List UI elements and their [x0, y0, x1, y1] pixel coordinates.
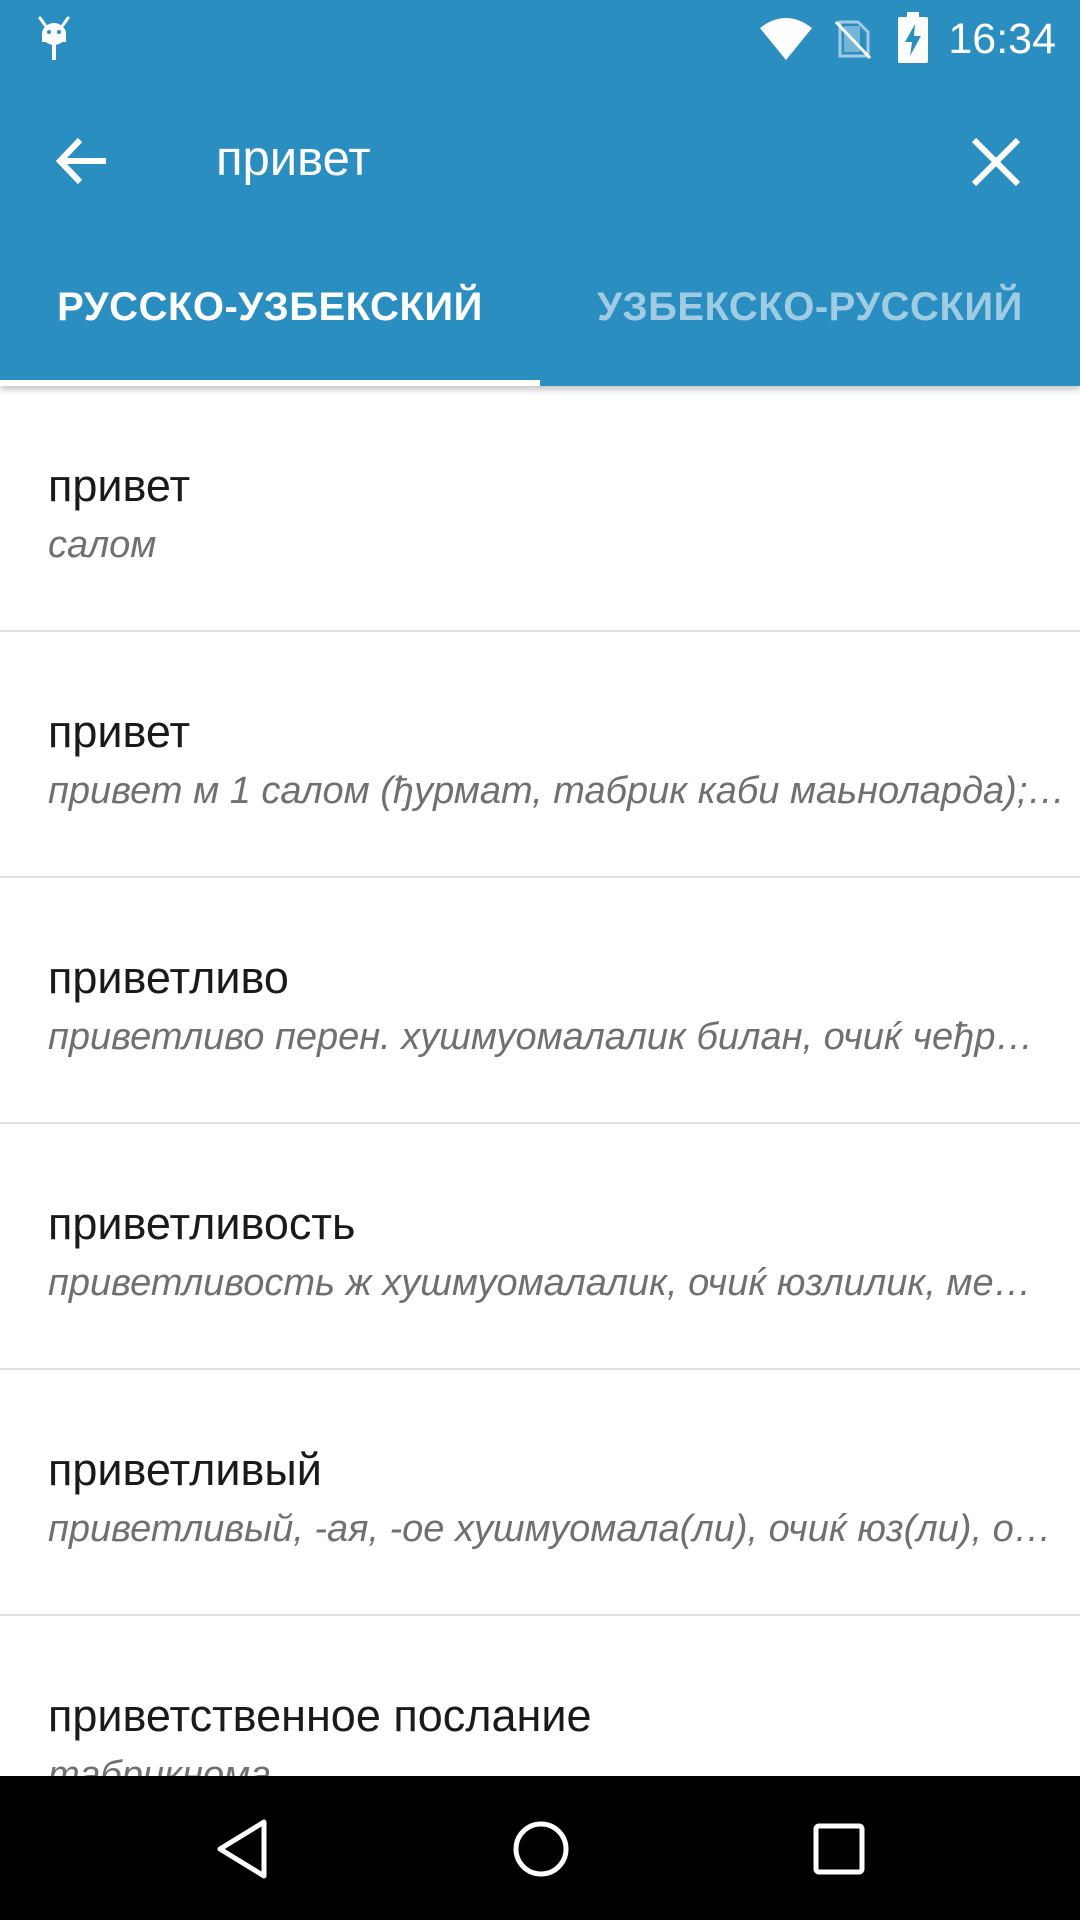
- list-item[interactable]: привет салом: [0, 386, 1080, 632]
- status-clock: 16:34: [948, 15, 1056, 63]
- tab-label: УЗБЕКСКО-РУССКИЙ: [597, 284, 1023, 329]
- entry-translation: приветливость ж хушмуомалалик, очиќ юзли…: [48, 1262, 1032, 1304]
- app-screen: 16:34 РУССКО-УЗБЕКСКИЙ УЗБЕКСКО-РУССКИЙ: [0, 0, 1080, 1920]
- entry-translation: привет м 1 салом (ђурмат, табрик каби ма…: [48, 770, 1066, 812]
- close-icon[interactable]: [966, 132, 1026, 192]
- results-list: привет салом привет привет м 1 салом (ђу…: [0, 386, 1080, 1776]
- tab-indicator: [0, 380, 540, 386]
- search-input[interactable]: [216, 122, 916, 196]
- navigation-bar: [0, 1776, 1080, 1920]
- entry-word: приветственное послание: [48, 1690, 592, 1741]
- nav-back-icon[interactable]: [210, 1816, 276, 1882]
- search-toolbar: [0, 78, 1080, 240]
- android-debug-icon: [38, 16, 70, 60]
- tab-russian-uzbek[interactable]: РУССКО-УЗБЕКСКИЙ: [0, 240, 540, 386]
- entry-word: привет: [48, 706, 191, 757]
- battery-charging-icon: [898, 12, 928, 63]
- tab-uzbek-russian[interactable]: УЗБЕКСКО-РУССКИЙ: [540, 240, 1080, 386]
- tab-label: РУССКО-УЗБЕКСКИЙ: [57, 284, 483, 329]
- nav-home-icon[interactable]: [508, 1816, 574, 1882]
- list-item[interactable]: привет привет м 1 салом (ђурмат, табрик …: [0, 632, 1080, 878]
- entry-translation: табрикнома: [48, 1754, 272, 1776]
- wifi-icon: [760, 18, 812, 60]
- no-sim-icon: [834, 20, 872, 60]
- app-bar: 16:34 РУССКО-УЗБЕКСКИЙ УЗБЕКСКО-РУССКИЙ: [0, 0, 1080, 386]
- entry-word: приветливость: [48, 1198, 356, 1249]
- arrow-back-icon[interactable]: [50, 128, 116, 194]
- entry-word: приветливый: [48, 1444, 322, 1495]
- nav-recents-icon[interactable]: [806, 1816, 872, 1882]
- entry-translation: салом: [48, 524, 157, 566]
- list-item[interactable]: приветливость приветливость ж хушмуомала…: [0, 1124, 1080, 1370]
- status-bar: 16:34: [0, 0, 1080, 78]
- entry-word: привет: [48, 460, 191, 511]
- dictionary-tabs: РУССКО-УЗБЕКСКИЙ УЗБЕКСКО-РУССКИЙ: [0, 240, 1080, 386]
- list-item[interactable]: приветливо приветливо перен. хушмуомалал…: [0, 878, 1080, 1124]
- entry-translation: приветливо перен. хушмуомалалик билан, о…: [48, 1016, 1034, 1058]
- entry-word: приветливо: [48, 952, 289, 1003]
- list-item[interactable]: приветливый приветливый, -ая, -ое хушмуо…: [0, 1370, 1080, 1616]
- entry-translation: приветливый, -ая, -ое хушмуомала(ли), оч…: [48, 1508, 1052, 1550]
- list-item[interactable]: приветственное послание табрикнома: [0, 1616, 1080, 1776]
